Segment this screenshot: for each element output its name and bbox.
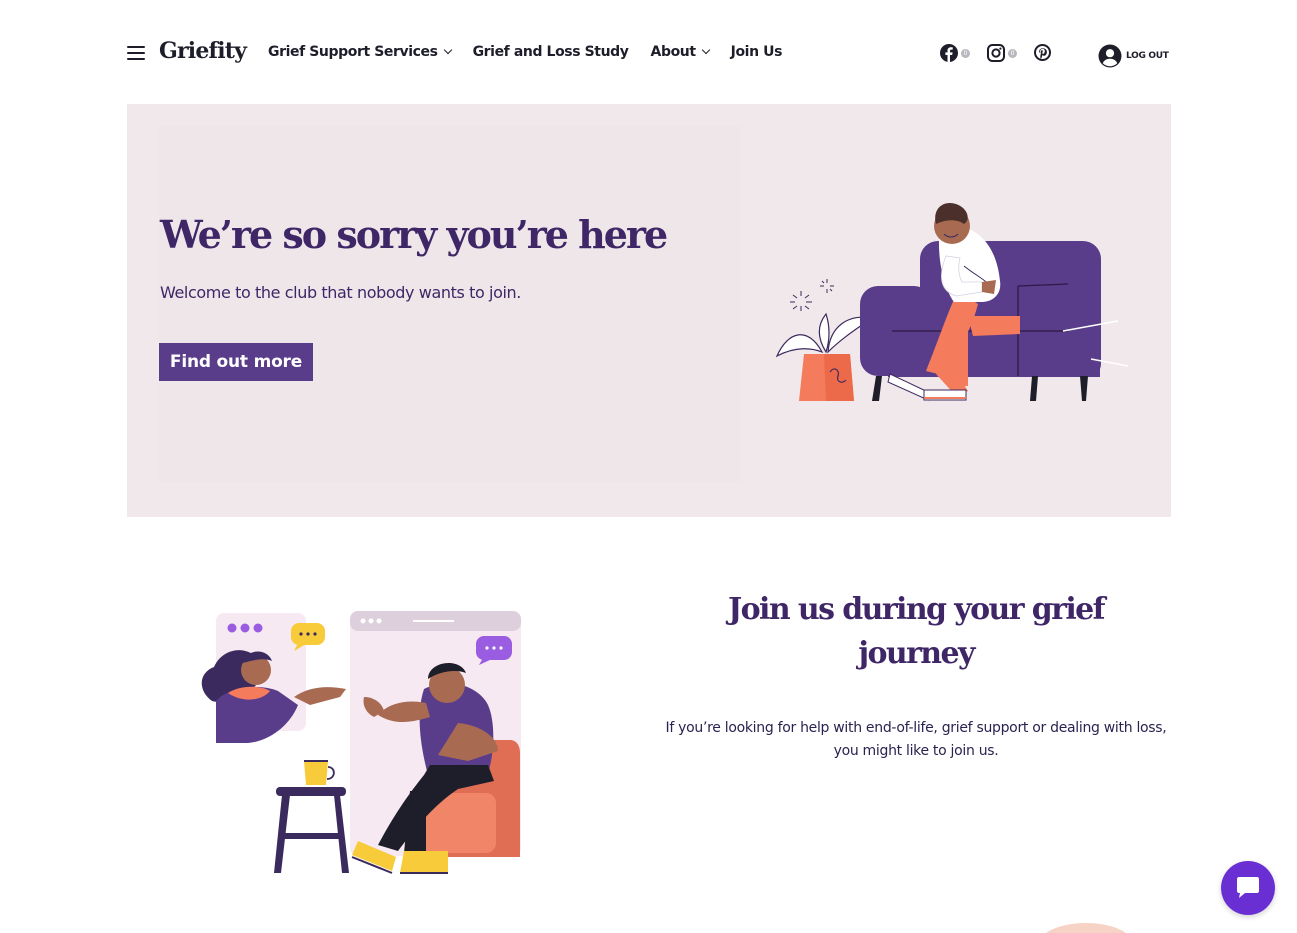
nav-label: Grief Support Services xyxy=(268,44,438,60)
nav-about[interactable]: About xyxy=(650,44,710,60)
hero-subtitle: Welcome to the club that nobody wants to… xyxy=(160,283,521,302)
hero-title: We’re so sorry you’re here xyxy=(160,212,668,257)
chevron-down-icon xyxy=(443,45,452,55)
join-section-title: Join us during your grief journey xyxy=(728,592,1106,671)
find-out-more-button[interactable]: Find out more xyxy=(159,343,313,381)
instagram-count: 0 xyxy=(1008,48,1017,58)
instagram-icon xyxy=(987,44,1005,62)
join-section-text: If you’re looking for help with end-of-l… xyxy=(665,720,1167,759)
instagram-link[interactable]: 0 xyxy=(987,44,1017,62)
pinterest-icon xyxy=(1034,44,1051,61)
decorative-blob xyxy=(1040,923,1132,933)
logout-button[interactable]: LOG OUT xyxy=(1098,44,1169,68)
video-call-illustration xyxy=(201,611,521,874)
sad-person-on-sofa-illustration xyxy=(775,202,1129,401)
chevron-down-icon xyxy=(701,45,710,55)
nav-label: Join Us xyxy=(730,44,783,60)
site-header: Griefity Grief Support Services Grief an… xyxy=(0,0,1297,104)
nav-grief-support-services[interactable]: Grief Support Services xyxy=(268,44,452,60)
hamburger-menu-icon[interactable] xyxy=(127,46,145,61)
main-nav: Grief Support Services Grief and Loss St… xyxy=(268,44,804,60)
facebook-count: 0 xyxy=(961,48,970,58)
pinterest-link[interactable] xyxy=(1034,44,1051,61)
hero-text-panel xyxy=(159,126,740,482)
nav-label: About xyxy=(650,44,697,60)
chat-bubble-icon xyxy=(1237,877,1259,898)
nav-grief-and-loss-study[interactable]: Grief and Loss Study xyxy=(473,44,629,60)
logout-label: LOG OUT xyxy=(1126,51,1169,61)
yellow-chat-bubble-decoration xyxy=(291,623,325,651)
nav-join-us[interactable]: Join Us xyxy=(730,44,783,60)
facebook-link[interactable]: 0 xyxy=(940,44,970,62)
user-circle-icon xyxy=(1098,44,1122,68)
chat-button[interactable] xyxy=(1221,861,1275,915)
nav-label: Grief and Loss Study xyxy=(472,44,629,60)
sparkle-decoration xyxy=(790,279,834,311)
facebook-icon xyxy=(940,44,958,62)
site-logo[interactable]: Griefity xyxy=(159,38,247,64)
